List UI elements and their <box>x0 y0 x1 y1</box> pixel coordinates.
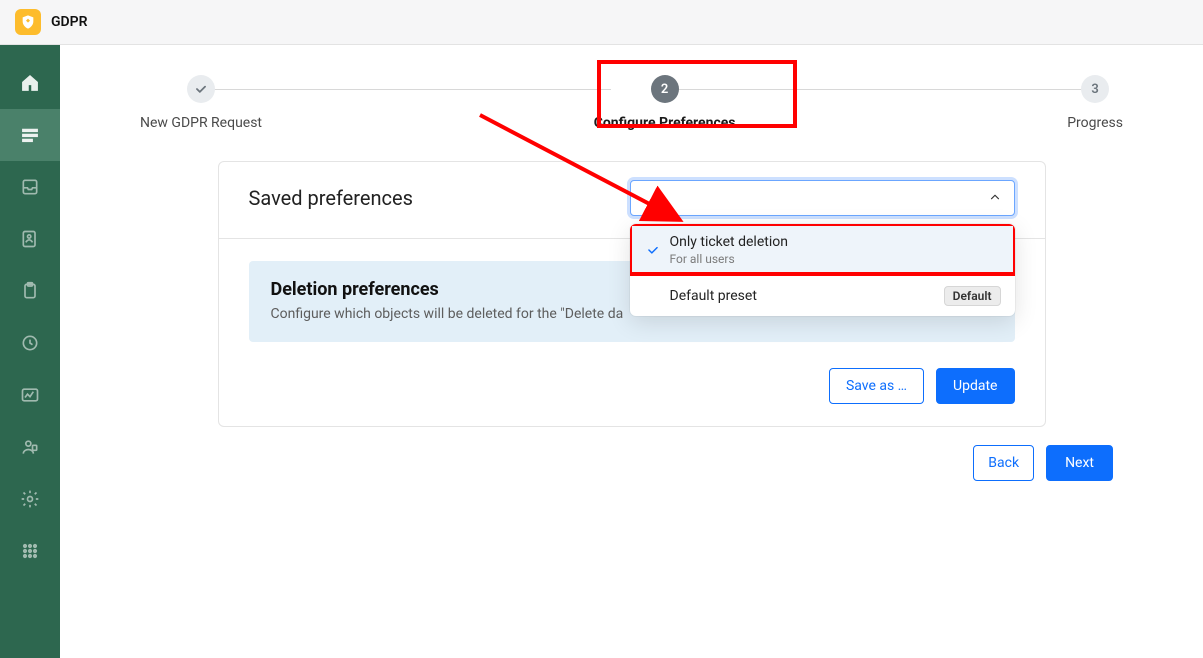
sidebar-item-agent[interactable] <box>0 421 60 473</box>
step-2[interactable]: 2 Configure Preferences <box>594 75 736 131</box>
app-title: GDPR <box>51 14 88 30</box>
app-icon <box>15 9 41 35</box>
saved-preferences-dropdown: Only ticket deletion For all users Defau… <box>630 224 1015 316</box>
back-button[interactable]: Back <box>973 445 1034 481</box>
step-2-circle: 2 <box>651 75 679 103</box>
sidebar-item-contact[interactable] <box>0 213 60 265</box>
step-3[interactable]: 3 Progress <box>1067 75 1123 131</box>
card-header-title: Saved preferences <box>249 186 413 210</box>
saved-preferences-select-wrap: Only ticket deletion For all users Defau… <box>630 180 1015 216</box>
app-header: GDPR <box>0 0 1203 45</box>
save-as-button[interactable]: Save as … <box>829 368 924 404</box>
dropdown-option-only-ticket-deletion[interactable]: Only ticket deletion For all users <box>630 224 1015 276</box>
option-subtitle: For all users <box>670 252 1001 266</box>
sidebar <box>0 45 60 658</box>
chevron-up-icon <box>988 189 1002 208</box>
sidebar-item-clock[interactable] <box>0 317 60 369</box>
option-title: Default preset <box>670 288 944 304</box>
page-actions: Back Next <box>973 445 1113 481</box>
sidebar-item-apps[interactable] <box>0 525 60 577</box>
check-icon <box>644 243 662 257</box>
sidebar-item-chart[interactable] <box>0 369 60 421</box>
step-3-circle: 3 <box>1081 75 1109 103</box>
step-3-number: 3 <box>1091 82 1098 97</box>
sidebar-item-inbox[interactable] <box>0 161 60 213</box>
update-button[interactable]: Update <box>936 368 1014 404</box>
dropdown-option-default-preset[interactable]: Default preset Default <box>630 276 1015 316</box>
sidebar-item-home[interactable] <box>0 57 60 109</box>
card-header: Saved preferences O <box>219 162 1045 239</box>
stepper-line <box>210 89 611 90</box>
sidebar-item-clipboard[interactable] <box>0 265 60 317</box>
step-1-circle <box>187 75 215 103</box>
option-title: Only ticket deletion <box>670 234 1001 250</box>
sidebar-item-list[interactable] <box>0 109 60 161</box>
step-2-label: Configure Preferences <box>594 115 736 131</box>
step-3-label: Progress <box>1067 115 1123 131</box>
sidebar-item-settings[interactable] <box>0 473 60 525</box>
option-default-badge: Default <box>944 286 1001 306</box>
preferences-card: Saved preferences O <box>218 161 1046 427</box>
card-footer: Save as … Update <box>219 368 1045 426</box>
step-1-label: New GDPR Request <box>140 115 262 131</box>
next-button[interactable]: Next <box>1046 445 1113 481</box>
step-1[interactable]: New GDPR Request <box>140 75 262 131</box>
saved-preferences-select[interactable] <box>630 180 1015 216</box>
step-2-number: 2 <box>661 82 668 97</box>
stepper: New GDPR Request 2 Configure Preferences… <box>130 75 1133 131</box>
main-content: New GDPR Request 2 Configure Preferences… <box>60 45 1203 658</box>
